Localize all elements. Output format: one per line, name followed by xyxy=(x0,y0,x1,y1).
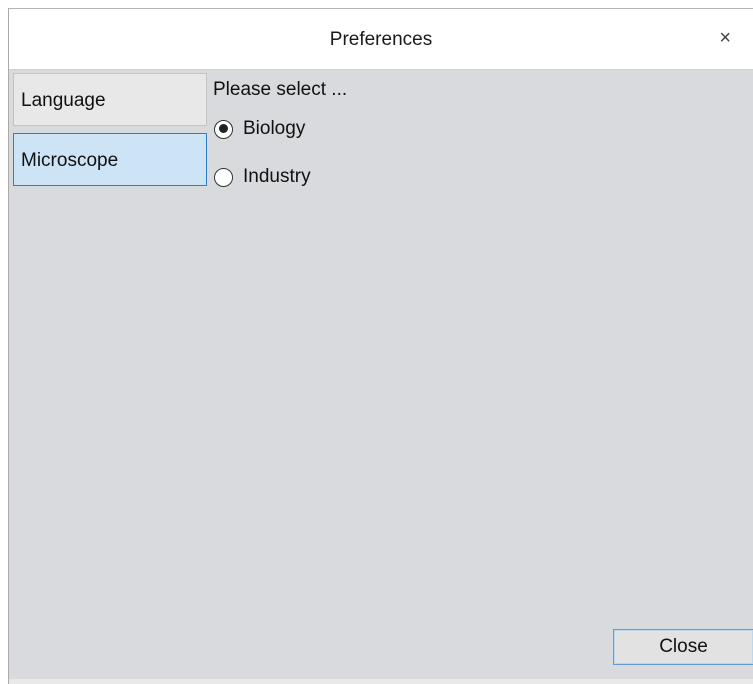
radio-biology-label: Biology xyxy=(243,118,306,139)
close-button[interactable]: Close xyxy=(613,629,753,665)
settings-panel: Please select ... Biology Industry xyxy=(213,75,347,201)
radio-industry[interactable]: Industry xyxy=(214,153,348,201)
tab-microscope-label: Microscope xyxy=(21,150,119,171)
dialog-title: Preferences xyxy=(329,29,433,50)
preferences-dialog: Preferences × Language Microscope Please… xyxy=(8,8,753,684)
radio-industry-label: Industry xyxy=(243,166,311,187)
close-icon[interactable]: × xyxy=(719,27,731,49)
tab-microscope[interactable]: Microscope xyxy=(13,133,207,186)
radio-button-checked[interactable] xyxy=(214,119,233,139)
title-bar: Preferences × xyxy=(9,9,753,70)
tab-language[interactable]: Language xyxy=(13,73,207,126)
radio-biology[interactable]: Biology xyxy=(214,105,348,153)
radio-button-unchecked[interactable] xyxy=(214,167,233,187)
select-prompt: Please select ... xyxy=(213,79,348,100)
tab-language-label: Language xyxy=(21,90,106,111)
bottom-border xyxy=(9,679,753,684)
